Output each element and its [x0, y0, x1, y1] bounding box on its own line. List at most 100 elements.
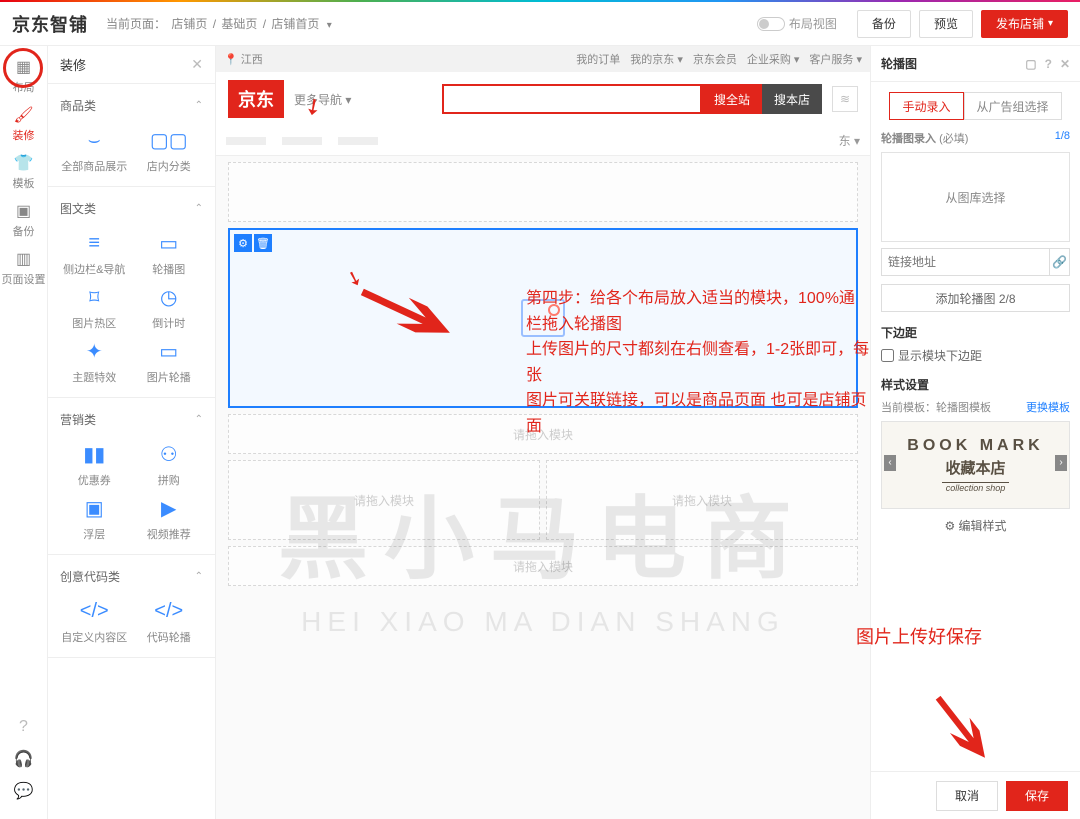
change-template-link[interactable]: 更换模板 [1026, 399, 1070, 415]
save-button[interactable]: 保存 [1006, 781, 1068, 811]
canvas: 黑小马电商 HEI XIAO MA DIAN SHANG 📍 江西 我的订单 我… [216, 46, 870, 819]
play-icon: ▶ [155, 494, 183, 522]
module-sidebar-nav[interactable]: ≡侧边栏&导航 [60, 229, 129, 277]
module-all-goods[interactable]: ⌣全部商品展示 [60, 126, 129, 174]
crumb-base[interactable]: 基础页 [221, 17, 257, 31]
show-margin-checkbox[interactable]: 显示模块下边距 [881, 347, 1070, 364]
section-code[interactable]: 创意代码类⌃ [60, 563, 203, 589]
chat-icon[interactable]: 💬 [10, 777, 38, 805]
page-icon: ▥ [14, 249, 34, 269]
app-logo: 京东智铺 [12, 11, 88, 37]
cancel-button[interactable]: 取消 [936, 781, 998, 811]
toggle-switch-icon [757, 17, 785, 31]
banner-slot[interactable] [228, 162, 858, 222]
current-template-label: 当前模板：轮播图模板 [881, 399, 991, 415]
publish-button[interactable]: 发布店铺▾ [981, 10, 1068, 38]
edit-style-button[interactable]: ⚙ 编辑样式 [881, 517, 1070, 534]
crumb-home[interactable]: 店铺首页 ▾ [271, 17, 331, 31]
tablet-icon[interactable]: ▢ [1025, 57, 1036, 71]
next-arrow-icon[interactable]: › [1055, 455, 1067, 471]
image-icon: ▭ [155, 337, 183, 365]
iconbar-layout[interactable]: ▦ 布局 [0, 52, 48, 100]
jd-logo: 京东 [228, 80, 284, 118]
breadcrumb: 当前页面： 店铺页 / 基础页 / 店铺首页 ▾ [106, 15, 334, 32]
jd-my-order[interactable]: 我的订单 [576, 51, 620, 67]
template-preview: ‹ BOOK MARK 收藏本店 collection shop › [881, 421, 1070, 509]
brush-icon: 🖌 [14, 105, 34, 125]
image-placeholder-icon [521, 299, 565, 337]
module-carousel[interactable]: ▭轮播图 [135, 229, 204, 277]
jd-my-jd[interactable]: 我的京东 ▾ [630, 51, 683, 67]
section-goods[interactable]: 商品类⌃ [60, 92, 203, 118]
search-all-button[interactable]: 搜全站 [702, 84, 762, 114]
help-icon[interactable]: ? [10, 713, 38, 741]
add-carousel-button[interactable]: 添加轮播图 2/8 [881, 284, 1070, 312]
section-market[interactable]: 营销类⌃ [60, 406, 203, 432]
margin-section-title: 下边距 [881, 324, 1070, 341]
chevron-up-icon: ⌃ [195, 203, 203, 214]
module-theme[interactable]: ✦主题特效 [60, 337, 129, 385]
drag-slot-3[interactable]: 请拖入模块 [228, 546, 858, 586]
drag-slot-1[interactable]: 请拖入模块 [228, 414, 858, 454]
jd-cs[interactable]: 客户服务 ▾ [809, 51, 862, 67]
entry-count: 1/8 [1055, 130, 1070, 142]
properties-panel: 轮播图 ▢ ? ✕ 手动录入 从广告组选择 轮播图录入 (必填) 1/8 从图库… [870, 46, 1080, 819]
backup-icon: ▣ [14, 201, 34, 221]
search-shop-button[interactable]: 搜本店 [762, 84, 822, 114]
style-section-title: 样式设置 [881, 376, 1070, 393]
module-code-carousel[interactable]: </>代码轮播 [135, 597, 204, 645]
tab-manual-input[interactable]: 手动录入 [889, 92, 963, 120]
layers-button[interactable]: ≋ [832, 86, 858, 112]
more-nav[interactable]: 更多导航 ▾ [294, 91, 351, 108]
module-hotzone[interactable]: ⌑图片热区 [60, 283, 129, 331]
people-icon: ⚇ [155, 440, 183, 468]
slot-settings-button[interactable]: ⚙ [234, 234, 252, 252]
iconbar-page[interactable]: ▥ 页面设置 [0, 244, 48, 292]
module-category[interactable]: ▢▢店内分类 [135, 126, 204, 174]
drag-slot-2b[interactable]: 请拖入模块 [546, 460, 858, 540]
jd-member[interactable]: 京东会员 [693, 51, 737, 67]
carousel-slot[interactable]: ⚙ 🗑 [228, 228, 858, 408]
section-imgtext[interactable]: 图文类⌃ [60, 195, 203, 221]
module-group[interactable]: ⚇拼购 [135, 440, 204, 488]
tab-from-ad[interactable]: 从广告组选择 [964, 92, 1062, 120]
iconbar-backup[interactable]: ▣ 备份 [0, 196, 48, 244]
backup-button[interactable]: 备份 [857, 10, 911, 38]
help-icon[interactable]: ? [1045, 57, 1052, 71]
module-custom[interactable]: </>自定义内容区 [60, 597, 129, 645]
drag-slot-2a[interactable]: 请拖入模块 [228, 460, 540, 540]
crumb-shop[interactable]: 店铺页 [171, 17, 207, 31]
code-icon: </> [80, 597, 108, 625]
jd-biz[interactable]: 企业采购 ▾ [747, 51, 800, 67]
list-icon: ≡ [80, 229, 108, 257]
preview-button[interactable]: 预览 [919, 10, 973, 38]
module-coupon[interactable]: ▮▮优惠券 [60, 440, 129, 488]
panel-title: 轮播图 [881, 55, 917, 72]
pick-from-gallery[interactable]: 从图库选择 [881, 152, 1070, 242]
slot-delete-button[interactable]: 🗑 [254, 234, 272, 252]
iconbar-template[interactable]: 👕 模板 [0, 148, 48, 196]
layers-icon: ≋ [840, 92, 850, 106]
location-label: 📍 江西 [224, 51, 263, 67]
panel-title: 装修 [60, 55, 86, 74]
chevron-up-icon: ⌃ [195, 414, 203, 425]
module-video[interactable]: ▶视频推荐 [135, 494, 204, 542]
headset-icon[interactable]: 🎧 [10, 745, 38, 773]
close-icon[interactable]: ✕ [1060, 57, 1070, 71]
clock-icon: ◷ [155, 283, 183, 311]
module-img-scroll[interactable]: ▭图片轮播 [135, 337, 204, 385]
checkbox-input[interactable] [881, 349, 894, 362]
module-countdown[interactable]: ◷倒计时 [135, 283, 204, 331]
carousel-icon: ▭ [155, 229, 183, 257]
prev-arrow-icon[interactable]: ‹ [884, 455, 896, 471]
coupon-icon: ▮▮ [80, 440, 108, 468]
search-input[interactable] [442, 84, 702, 114]
link-input[interactable] [881, 248, 1050, 276]
close-icon[interactable]: ✕ [191, 56, 203, 73]
link-icon[interactable]: 🔗 [1050, 248, 1070, 276]
goods-icon: ⌣ [80, 126, 108, 154]
chevron-up-icon: ⌃ [195, 571, 203, 582]
layout-view-toggle[interactable]: 布局视图 [757, 15, 837, 32]
iconbar-decorate[interactable]: 🖌 装修 [0, 100, 48, 148]
module-float[interactable]: ▣浮层 [60, 494, 129, 542]
